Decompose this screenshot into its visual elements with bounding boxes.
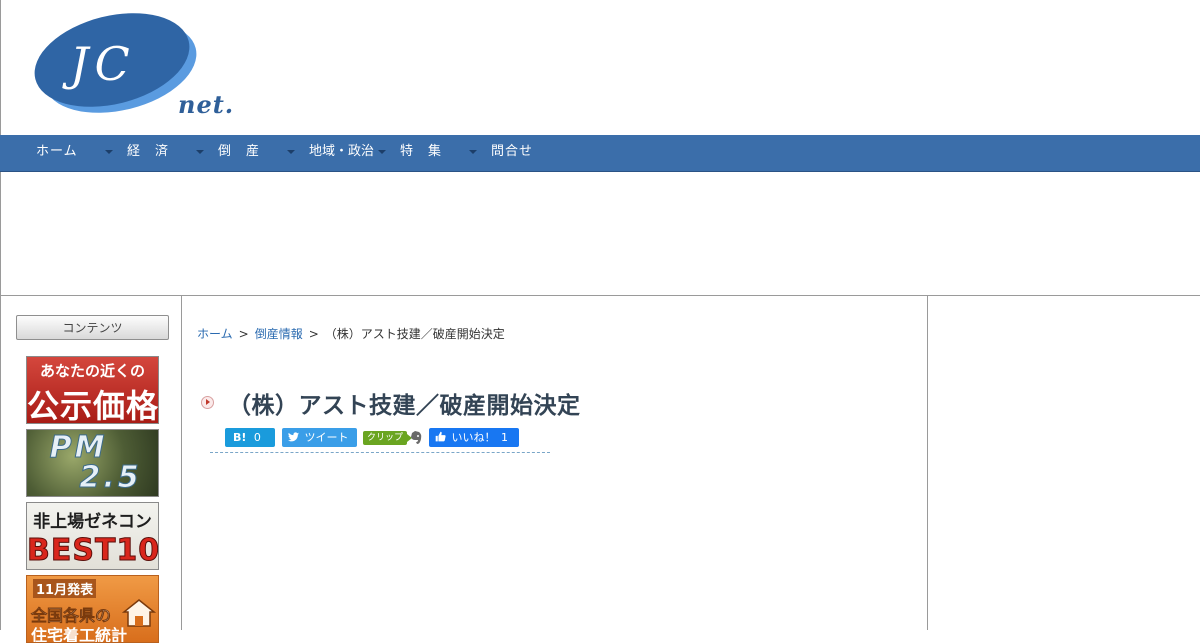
banner-text: あなたの近くの bbox=[39, 362, 145, 380]
logo-jc-text: JC bbox=[62, 37, 136, 91]
title-divider bbox=[210, 452, 550, 453]
nav-item-region-politics[interactable]: 地域・政治 bbox=[309, 135, 374, 171]
hatena-icon: B! bbox=[233, 431, 247, 444]
banner-land-price[interactable]: あなたの近くの 公示価格 bbox=[26, 356, 159, 424]
breadcrumb-home[interactable]: ホーム bbox=[197, 327, 233, 341]
like-count: 1 bbox=[501, 431, 508, 444]
sidebar-right-border bbox=[181, 296, 182, 630]
breadcrumb-separator: > bbox=[308, 327, 319, 341]
banner-text: 2.5 bbox=[79, 460, 142, 496]
chevron-down-icon[interactable] bbox=[105, 150, 113, 154]
evernote-icon[interactable] bbox=[408, 430, 424, 446]
chevron-down-icon[interactable] bbox=[196, 150, 204, 154]
banner-text: 11月発表 bbox=[33, 579, 97, 598]
main-right-border bbox=[927, 296, 928, 630]
page-title: （株）アスト技建／破産開始決定 bbox=[228, 393, 581, 419]
banner-text: 住宅着工統計 bbox=[31, 626, 128, 643]
banner-text: 公示価格 bbox=[27, 387, 159, 424]
chevron-down-icon[interactable] bbox=[378, 150, 386, 154]
tweet-label: ツイート bbox=[304, 431, 349, 444]
nav-item-feature[interactable]: 特 集 bbox=[400, 135, 442, 171]
ad-area-bottom-border bbox=[0, 295, 1200, 296]
chevron-down-icon[interactable] bbox=[469, 150, 477, 154]
banner-text: 非上場ゼネコン bbox=[33, 512, 152, 532]
nav-item-bankruptcy[interactable]: 倒 産 bbox=[218, 135, 260, 171]
twitter-bird-icon bbox=[288, 432, 299, 442]
breadcrumb-current: （株）アスト技建／破産開始決定 bbox=[324, 327, 505, 341]
thumbs-up-icon bbox=[435, 431, 446, 442]
house-icon bbox=[122, 599, 156, 627]
play-bullet-icon bbox=[201, 396, 214, 409]
nav-item-contact[interactable]: 問合せ bbox=[491, 135, 533, 171]
banner-pm25[interactable]: PM 2.5 bbox=[26, 429, 159, 497]
hatena-bookmark-button[interactable]: B! 0 bbox=[225, 428, 275, 447]
breadcrumb-separator: > bbox=[238, 327, 249, 341]
breadcrumb: ホーム > 倒産情報 > （株）アスト技建／破産開始決定 bbox=[197, 325, 505, 342]
nav-item-home[interactable]: ホーム bbox=[36, 135, 78, 171]
hatena-count: 0 bbox=[253, 431, 261, 444]
header-left-border bbox=[0, 0, 1, 630]
contents-button[interactable]: コンテンツ bbox=[16, 315, 169, 340]
chevron-down-icon[interactable] bbox=[287, 150, 295, 154]
tweet-button[interactable]: ツイート bbox=[282, 428, 357, 447]
banner-text: BEST100 bbox=[27, 533, 159, 569]
site-logo[interactable]: JC net. bbox=[30, 10, 233, 120]
banner-zenecon-best100[interactable]: 非上場ゼネコン BEST100 bbox=[26, 502, 159, 570]
main-nav: ホーム 経 済 倒 産 地域・政治 特 集 問合せ bbox=[0, 135, 1200, 172]
facebook-like-button[interactable]: いいね！ 1 bbox=[429, 428, 519, 447]
breadcrumb-category[interactable]: 倒産情報 bbox=[255, 327, 303, 341]
banner-housing-starts[interactable]: 11月発表 全国各県の 住宅着工統計 bbox=[26, 575, 159, 643]
logo-net-text: net. bbox=[178, 90, 235, 119]
like-label: いいね！ bbox=[451, 431, 496, 444]
clip-button[interactable]: クリップ bbox=[363, 431, 413, 445]
nav-item-economy[interactable]: 経 済 bbox=[127, 135, 169, 171]
